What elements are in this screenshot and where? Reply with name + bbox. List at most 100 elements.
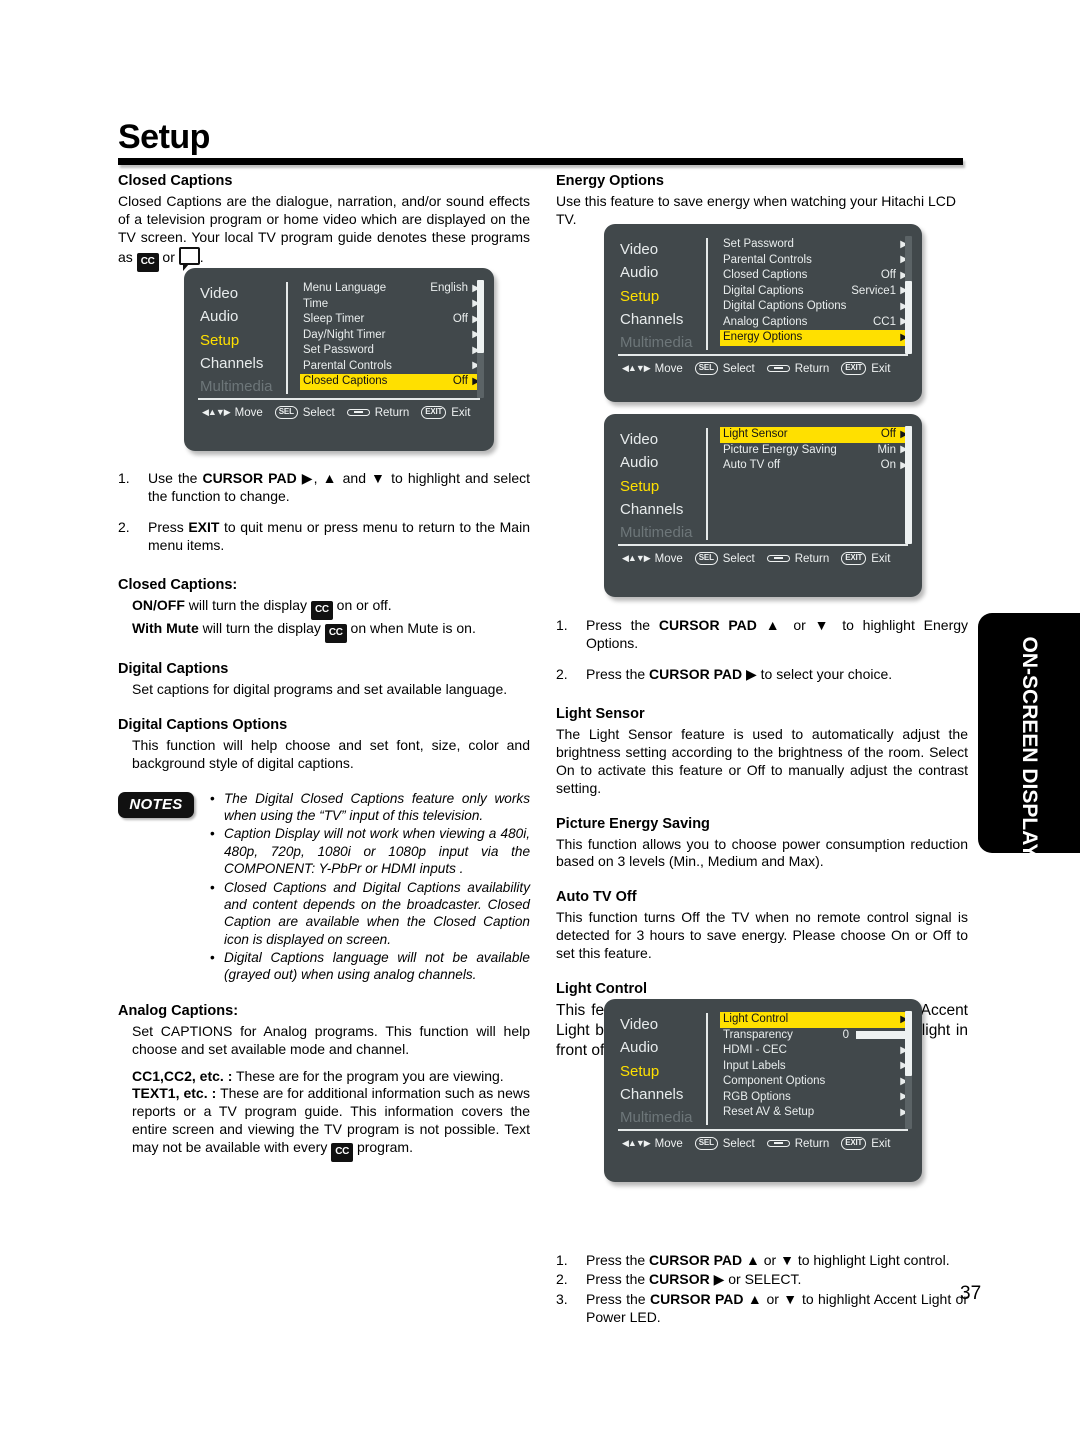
step-text-bold: CURSOR PAD xyxy=(649,1252,743,1269)
osd-divider xyxy=(286,282,288,395)
osd-setup-closed-captions-menu[interactable]: Video Audio Setup Channels Multimedia Menu La… xyxy=(184,268,494,451)
osd-category-list: Video Audio Setup Channels Multimedia xyxy=(620,236,704,354)
osd-category-multimedia[interactable]: Multimedia xyxy=(620,1106,704,1129)
osd-energy-options-submenu[interactable]: Video Audio Setup Channels Multimedia Light S… xyxy=(604,414,922,597)
osd-row-label: Set Password xyxy=(723,238,794,250)
osd-row[interactable]: Reset AV & Setup▶ xyxy=(720,1105,910,1121)
osd-row-label: HDMI - CEC xyxy=(723,1044,787,1056)
osd-row[interactable]: Auto TV offOn▶ xyxy=(720,458,910,474)
osd-footer-exit-label: Exit xyxy=(871,1137,891,1150)
osd-footer-exit-label: Exit xyxy=(451,406,471,419)
osd-row[interactable]: Transparency 0 xyxy=(720,1028,910,1044)
osd-footer-move-label: Move xyxy=(234,406,263,419)
note-text: The Digital Closed Captions feature only… xyxy=(224,790,530,823)
osd-category-setup[interactable]: Setup xyxy=(200,329,284,352)
cc-icon: CC xyxy=(136,252,159,272)
osd-category-audio[interactable]: Audio xyxy=(620,261,704,284)
osd-row[interactable]: Menu LanguageEnglish▶ xyxy=(300,281,482,297)
osd-category-setup[interactable]: Setup xyxy=(620,475,704,498)
step-text: Press the CURSOR ▶ or SELECT. xyxy=(586,1270,968,1288)
osd-row[interactable]: Energy Options▶ xyxy=(720,330,910,346)
osd-scrollbar-thumb[interactable] xyxy=(477,280,484,354)
osd-row-label: Picture Energy Saving xyxy=(723,443,837,456)
osd-scrollbar-thumb[interactable] xyxy=(905,426,912,545)
osd-row[interactable]: Digital CaptionsService1▶ xyxy=(720,284,910,300)
osd-row[interactable]: Light SensorOff▶ xyxy=(720,427,910,443)
osd-row[interactable]: Analog CaptionsCC1▶ xyxy=(720,315,910,331)
cc-onoff-end: on or off. xyxy=(332,597,392,614)
osd-row[interactable]: Light Control▶ xyxy=(720,1012,910,1028)
cc-withmute-bold: With Mute xyxy=(132,620,199,637)
osd-scrollbar[interactable] xyxy=(905,426,912,545)
osd-category-audio[interactable]: Audio xyxy=(620,1036,704,1059)
cc-onoff-bold: ON/OFF xyxy=(132,597,185,614)
osd-category-channels[interactable]: Channels xyxy=(620,1083,704,1106)
osd-row[interactable]: Set Password▶ xyxy=(720,237,910,253)
transparency-slider[interactable] xyxy=(856,1031,908,1040)
cc-steps-list: 1. Use the CURSOR PAD ▶, ▲ and ▼ to high… xyxy=(118,469,530,555)
osd-category-setup[interactable]: Setup xyxy=(620,285,704,308)
return-key-icon xyxy=(766,364,790,373)
notes-badge: NOTES xyxy=(118,791,194,818)
osd-category-channels[interactable]: Channels xyxy=(200,352,284,375)
osd-row-label: Sleep Timer xyxy=(303,313,365,325)
osd-row[interactable]: Closed CaptionsOff▶ xyxy=(300,374,482,390)
osd-footer-move-label: Move xyxy=(654,552,683,565)
osd-row[interactable]: HDMI - CEC▶ xyxy=(720,1043,910,1059)
osd-light-control-menu[interactable]: Video Audio Setup Channels Multimedia Light C… xyxy=(604,999,922,1182)
osd-category-multimedia[interactable]: Multimedia xyxy=(620,521,704,544)
osd-row[interactable]: Picture Energy SavingMin▶ xyxy=(720,443,910,459)
notes-block: NOTES • The Digital Closed Captions featu… xyxy=(118,790,530,984)
osd-footer-return-label: Return xyxy=(794,1137,830,1150)
osd-row-value: On xyxy=(880,459,896,471)
auto-tv-off-heading: Auto TV Off xyxy=(556,889,637,906)
step-text-pre: Press the xyxy=(586,1252,650,1269)
osd-category-multimedia[interactable]: Multimedia xyxy=(620,331,704,354)
osd-scrollbar[interactable] xyxy=(905,1011,912,1130)
step-text-bold: CURSOR PAD xyxy=(202,469,297,486)
light-control-steps-list: 1. Press the CURSOR PAD ▲ or ▼ to highli… xyxy=(556,1251,968,1326)
osd-row-label: Energy Options xyxy=(723,331,803,343)
osd-row-label: Set Password xyxy=(303,344,374,356)
analog-captions-body: Set CAPTIONS for Analog programs. This f… xyxy=(132,1022,530,1057)
osd-footer-select-label: Select xyxy=(302,406,335,419)
osd-row[interactable]: Time▶ xyxy=(300,297,482,313)
osd-scrollbar[interactable] xyxy=(905,236,912,355)
osd-row[interactable]: Closed CaptionsOff▶ xyxy=(720,268,910,284)
osd-category-video[interactable]: Video xyxy=(200,282,284,305)
osd-scrollbar-thumb[interactable] xyxy=(905,1011,912,1077)
osd-category-channels[interactable]: Channels xyxy=(620,498,704,521)
osd-scrollbar[interactable] xyxy=(477,280,484,399)
osd-row[interactable]: Input Labels▶ xyxy=(720,1059,910,1075)
sel-key-icon: SEL xyxy=(694,362,718,376)
osd-category-video[interactable]: Video xyxy=(620,238,704,261)
osd-row[interactable]: Digital Captions Options▶ xyxy=(720,299,910,315)
osd-scrollbar-thumb[interactable] xyxy=(905,280,912,355)
osd-row-label: Closed Captions xyxy=(303,375,388,387)
osd-category-audio[interactable]: Audio xyxy=(620,451,704,474)
osd-row-label: Component Options xyxy=(723,1075,826,1087)
osd-category-video[interactable]: Video xyxy=(620,428,704,451)
osd-category-audio[interactable]: Audio xyxy=(200,305,284,328)
osd-row-label: Closed Captions xyxy=(723,269,808,281)
osd-footer-move: ◀ ▲▼ ▶ Move xyxy=(622,363,683,375)
step-text-pre: Press the xyxy=(586,1271,650,1288)
osd-row[interactable]: Day/Night Timer▶ xyxy=(300,328,482,344)
osd-category-setup[interactable]: Setup xyxy=(620,1060,704,1083)
osd-category-channels[interactable]: Channels xyxy=(620,308,704,331)
osd-row[interactable]: Sleep TimerOff▶ xyxy=(300,312,482,328)
osd-footer-return: Return xyxy=(346,407,409,419)
closed-captions-intro: Closed Captions are the dialogue, narrat… xyxy=(118,193,530,272)
osd-row[interactable]: Parental Controls▶ xyxy=(720,253,910,269)
text1-text-b: program. xyxy=(353,1139,413,1156)
osd-row-label: RGB Options xyxy=(723,1090,791,1103)
osd-setup-energy-options-menu[interactable]: Video Audio Setup Channels Multimedia Set Pas… xyxy=(604,224,922,402)
osd-row[interactable]: Component Options▶ xyxy=(720,1074,910,1090)
osd-row-label: Input Labels xyxy=(723,1059,786,1072)
osd-footer-move: ◀ ▲▼ ▶ Move xyxy=(202,407,263,419)
osd-category-video[interactable]: Video xyxy=(620,1013,704,1036)
osd-row[interactable]: Parental Controls▶ xyxy=(300,359,482,375)
osd-row[interactable]: RGB Options▶ xyxy=(720,1090,910,1106)
osd-row[interactable]: Set Password▶ xyxy=(300,343,482,359)
osd-category-multimedia[interactable]: Multimedia xyxy=(200,375,284,398)
